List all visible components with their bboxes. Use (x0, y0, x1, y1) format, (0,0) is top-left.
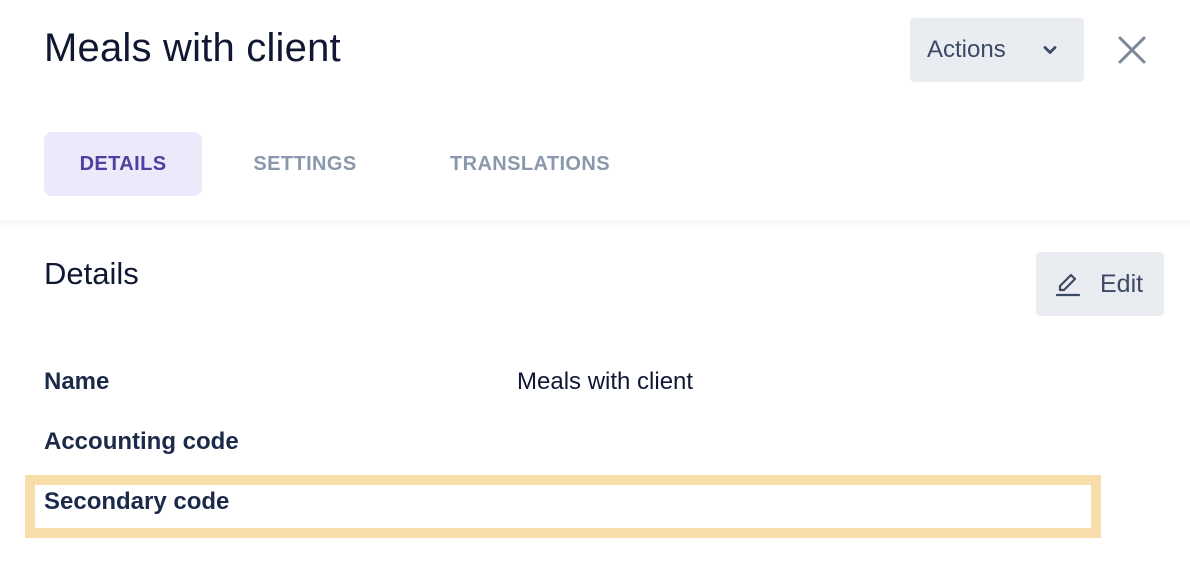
section-title: Details (44, 256, 139, 291)
close-icon[interactable] (1112, 30, 1152, 70)
pencil-icon (1055, 273, 1081, 297)
field-value-name: Meals with client (517, 368, 694, 395)
field-label-name: Name (44, 368, 110, 395)
tab-settings[interactable]: SETTINGS (230, 132, 380, 196)
page-title: Meals with client (44, 26, 341, 70)
actions-dropdown-button[interactable]: Actions (910, 18, 1084, 82)
field-label-accounting-code: Accounting code (44, 428, 239, 455)
chevron-down-icon (1043, 46, 1057, 54)
tab-translations[interactable]: TRANSLATIONS (420, 132, 640, 196)
tab-details[interactable]: DETAILS (44, 132, 202, 196)
actions-label: Actions (927, 36, 1006, 63)
field-label-secondary-code: Secondary code (44, 488, 230, 515)
edit-button[interactable]: Edit (1036, 252, 1164, 316)
page-header: Meals with client Actions DETAILS SETTIN… (0, 0, 1190, 220)
edit-label: Edit (1100, 269, 1144, 298)
